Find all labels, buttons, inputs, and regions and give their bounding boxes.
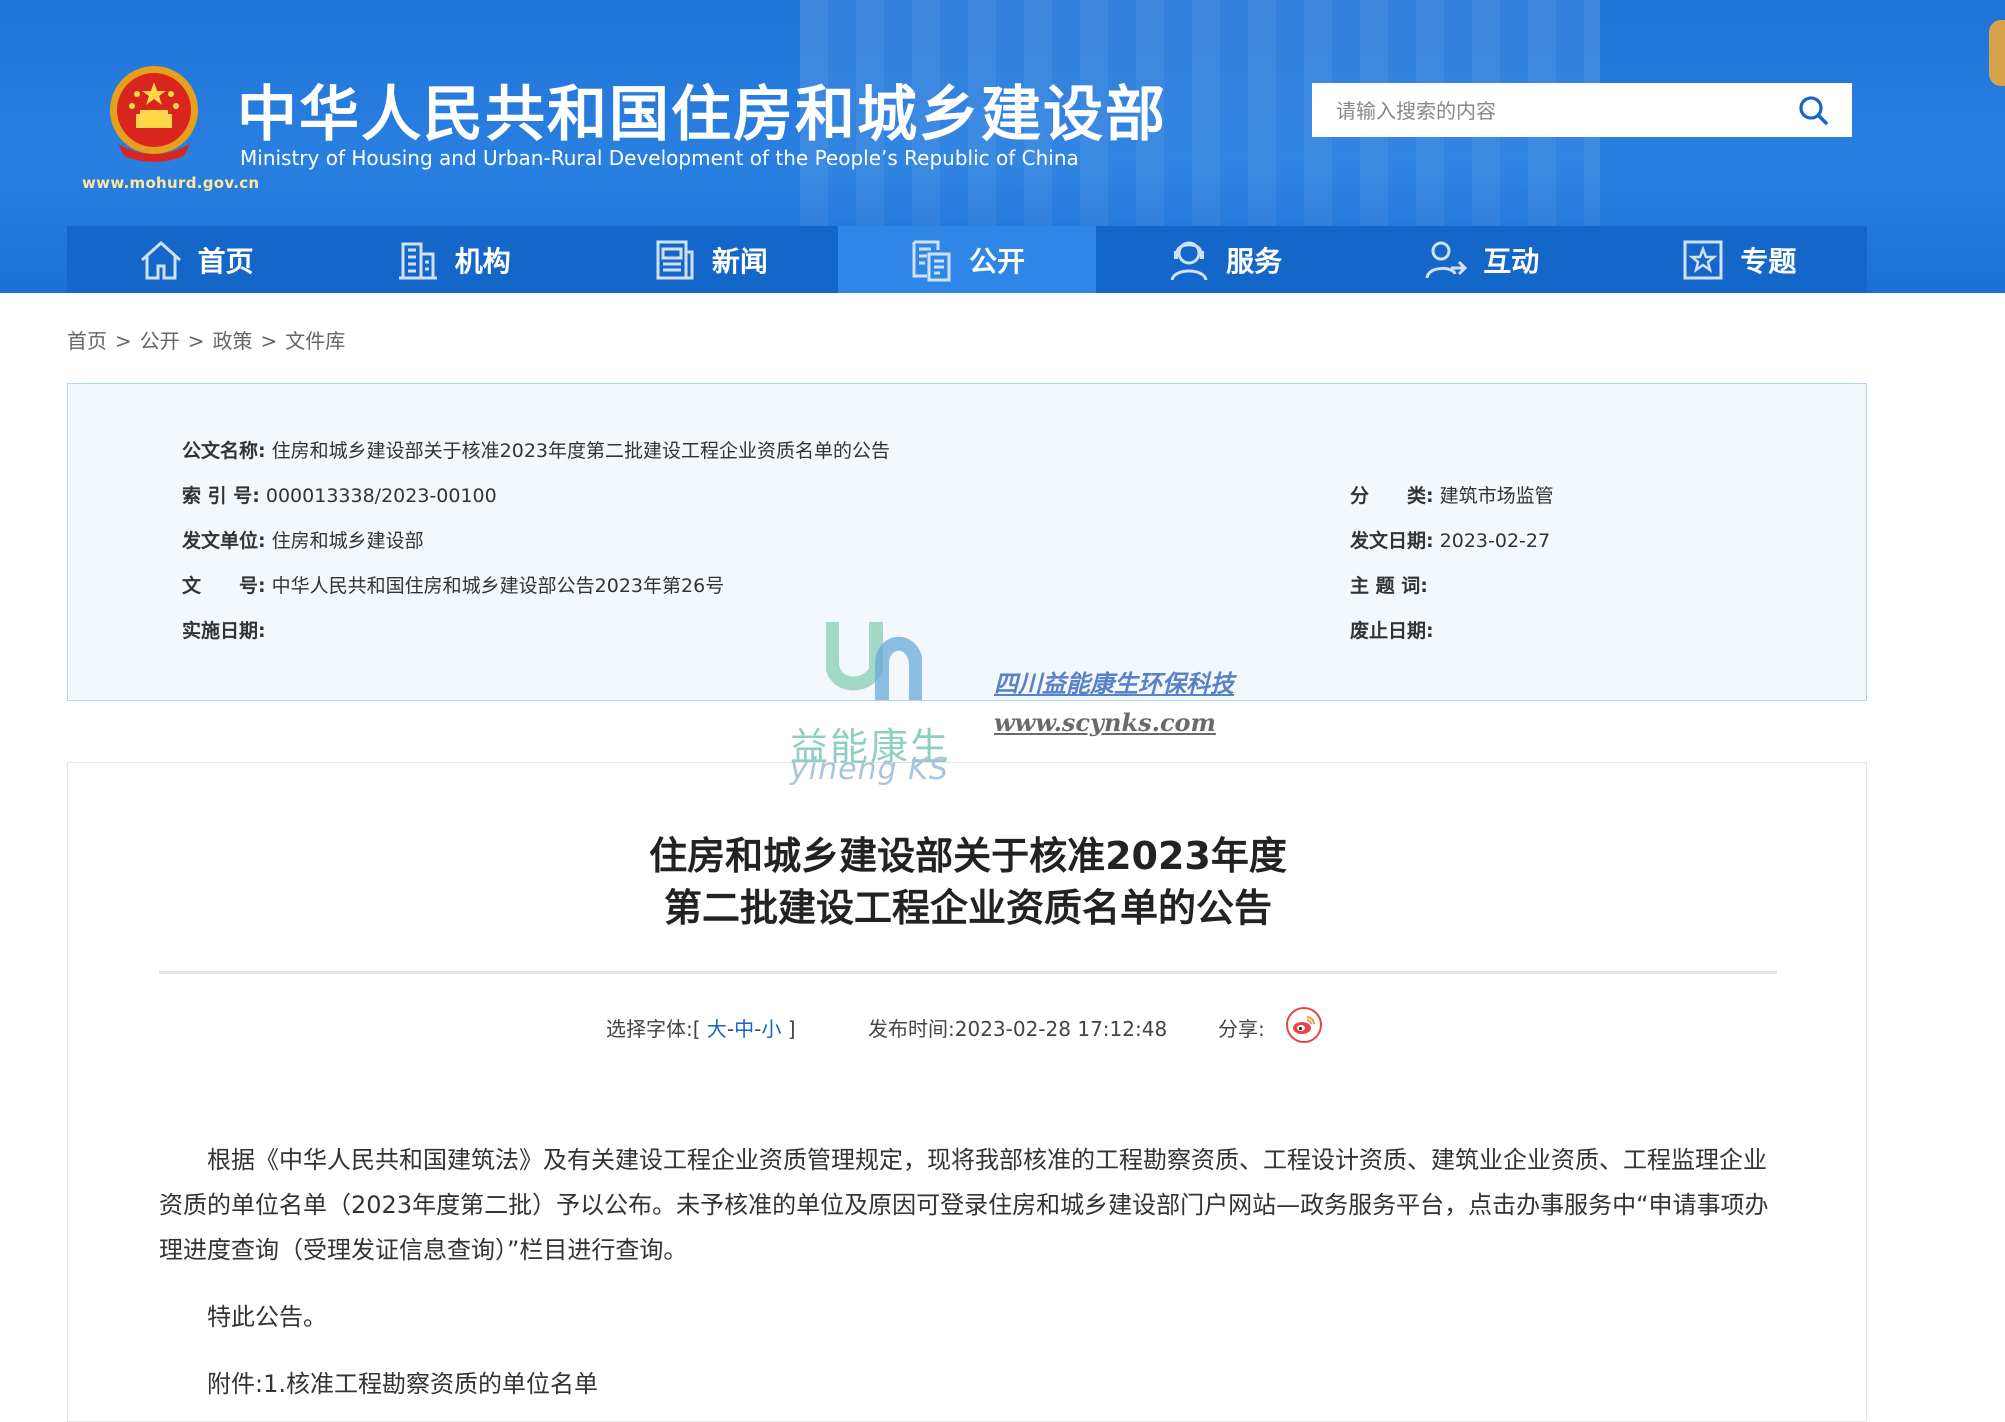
national-emblem-icon[interactable]: [104, 64, 204, 168]
attachment-label: 附件:: [207, 1370, 264, 1398]
title-divider: [159, 971, 1777, 974]
article-title-line-1: 住房和城乡建设部关于核准2023年度: [649, 834, 1287, 878]
article-paragraph: 根据《中华人民共和国建筑法》及有关建设工程企业资质管理规定，现将我部核准的工程勘…: [159, 1146, 1769, 1264]
publish-value: 2023-02-28 17:12:48: [954, 1017, 1168, 1041]
news-icon: [656, 240, 694, 279]
search-input[interactable]: [1312, 83, 1778, 139]
meta-effective-date: 实施日期:: [182, 616, 266, 643]
meta-doc-number: 文 号: 中华人民共和国住房和城乡建设部公告2023年第26号: [182, 571, 724, 598]
weibo-icon: [1293, 1016, 1315, 1034]
breadcrumb-separator: >: [187, 329, 205, 353]
nav-label: 互动: [1483, 244, 1540, 278]
weibo-share-button[interactable]: [1286, 1007, 1322, 1043]
search-icon[interactable]: [1796, 93, 1830, 127]
search-box: [1312, 83, 1852, 139]
meta-abolish-date: 废止日期:: [1350, 616, 1434, 643]
interaction-icon: [1425, 241, 1468, 278]
font-size-selector: 选择字体:[ 大-中-小 ]: [606, 1013, 796, 1042]
meta-label: 发文单位:: [182, 530, 266, 552]
meta-value: 000013338/2023-00100: [265, 485, 497, 507]
attachment-link[interactable]: 1.核准工程勘察资质的单位名单: [263, 1370, 598, 1398]
building-icon: [398, 242, 437, 279]
meta-value: 建筑市场监管: [1439, 485, 1554, 507]
site-title-english: Ministry of Housing and Urban-Rural Deve…: [240, 146, 1079, 170]
nav-label: 首页: [197, 244, 254, 278]
nav-label: 服务: [1226, 244, 1283, 278]
font-size-large[interactable]: 大: [707, 1017, 727, 1041]
font-size-label: 选择字体:: [606, 1017, 693, 1041]
meta-subject: 主 题 词:: [1350, 571, 1428, 598]
meta-label: 文 号:: [182, 575, 266, 597]
article-toolbar: 选择字体:[ 大-中-小 ] 发布时间:2023-02-28 17:12:48 …: [68, 1007, 1868, 1047]
home-icon: [140, 240, 181, 279]
font-size-small[interactable]: 小: [761, 1017, 781, 1041]
service-person-icon: [1170, 241, 1208, 281]
nav-item-organization[interactable]: 机构: [324, 226, 581, 293]
site-header: www.mohurd.gov.cn 中华人民共和国住房和城乡建设部 Minist…: [0, 0, 2005, 293]
attachment-line: 附件:1.核准工程勘察资质的单位名单: [207, 1362, 1825, 1407]
publish-label: 发布时间:: [868, 1017, 955, 1041]
document-metadata-panel: 公文名称: 住房和城乡建设部关于核准2023年度第二批建设工程企业资质名单的公告…: [67, 383, 1867, 701]
nav-item-service[interactable]: 服务: [1096, 226, 1353, 293]
breadcrumb-policy[interactable]: 政策: [213, 329, 253, 353]
meta-doc-name: 公文名称: 住房和城乡建设部关于核准2023年度第二批建设工程企业资质名单的公告: [182, 436, 890, 463]
meta-label: 主 题 词:: [1350, 575, 1428, 597]
meta-issue-date: 发文日期: 2023-02-27: [1350, 526, 1550, 553]
article-title-line-2: 第二批建设工程企业资质名单的公告: [663, 886, 1272, 930]
publish-time: 发布时间:2023-02-28 17:12:48: [868, 1013, 1167, 1042]
breadcrumb: 首页 > 公开 > 政策 > 文件库: [67, 325, 345, 354]
meta-label: 发文日期:: [1350, 530, 1434, 552]
breadcrumb-separator: >: [260, 329, 278, 353]
meta-category: 分 类: 建筑市场监管: [1350, 481, 1554, 508]
nav-label: 专题: [1740, 244, 1797, 278]
star-topic-icon: [1683, 240, 1723, 279]
nav-item-news[interactable]: 新闻: [581, 226, 838, 293]
meta-value: 中华人民共和国住房和城乡建设部公告2023年第26号: [271, 575, 725, 597]
nav-label: 公开: [968, 244, 1025, 278]
bracket: [: [692, 1017, 701, 1041]
breadcrumb-public[interactable]: 公开: [140, 329, 180, 353]
main-nav: 首页 机构 新闻 公开 服务 互动 专题: [67, 226, 1867, 293]
meta-label: 废止日期:: [1350, 620, 1434, 642]
meta-label: 分 类:: [1350, 485, 1434, 507]
watermark-url: www.scynks.com: [994, 708, 1216, 737]
font-size-medium[interactable]: 中: [734, 1017, 754, 1041]
breadcrumb-separator: >: [115, 329, 132, 353]
nav-item-public[interactable]: 公开: [838, 226, 1096, 293]
nav-item-interaction[interactable]: 互动: [1353, 226, 1610, 293]
meta-issuer: 发文单位: 住房和城乡建设部: [182, 526, 424, 553]
nav-item-topics[interactable]: 专题: [1610, 226, 1867, 293]
nav-label: 机构: [454, 244, 511, 278]
site-url: www.mohurd.gov.cn: [82, 174, 260, 192]
breadcrumb-file-library[interactable]: 文件库: [285, 329, 345, 353]
meta-value: 2023-02-27: [1439, 530, 1551, 552]
meta-value: 住房和城乡建设部关于核准2023年度第二批建设工程企业资质名单的公告: [271, 440, 891, 462]
meta-label: 公文名称:: [182, 440, 266, 462]
breadcrumb-home[interactable]: 首页: [67, 329, 107, 353]
meta-label: 索 引 号:: [182, 485, 260, 507]
nav-label: 新闻: [711, 244, 768, 278]
meta-index: 索 引 号: 000013338/2023-00100: [182, 481, 497, 508]
document-public-icon: [912, 240, 951, 281]
share-label: 分享:: [1218, 1017, 1265, 1041]
floating-side-widget[interactable]: [1989, 20, 2005, 86]
meta-label: 实施日期:: [182, 620, 266, 642]
site-title[interactable]: 中华人民共和国住房和城乡建设部: [237, 66, 1167, 153]
nav-item-home[interactable]: 首页: [67, 226, 324, 293]
article-panel: 住房和城乡建设部关于核准2023年度 第二批建设工程企业资质名单的公告 选择字体…: [67, 762, 1867, 1422]
meta-value: 住房和城乡建设部: [271, 530, 424, 552]
bracket: ]: [787, 1017, 796, 1041]
article-paragraph: 特此公告。: [207, 1303, 327, 1331]
